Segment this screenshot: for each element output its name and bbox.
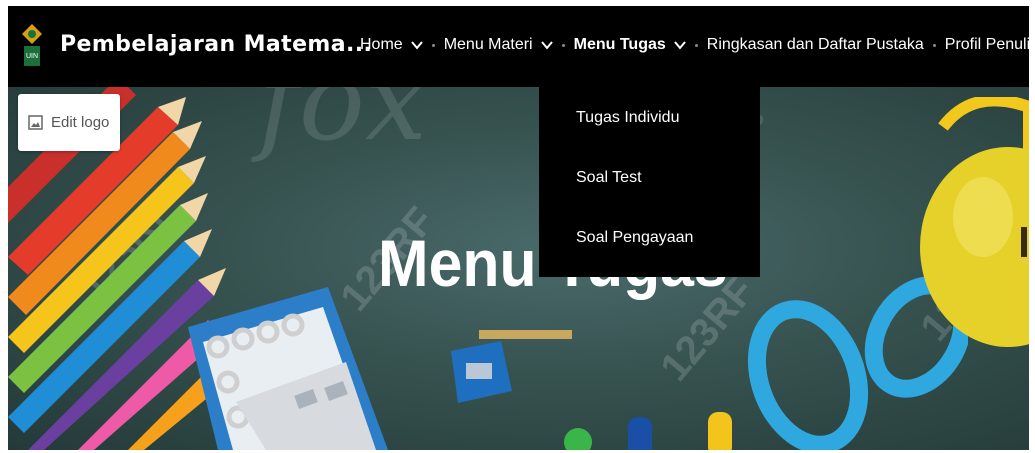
hero-banner: fox c∅s. 123RF 123RF 123RF 123RF	[8, 87, 1029, 450]
markers-image	[564, 412, 732, 450]
nav-separator	[932, 43, 936, 47]
nav-item-menu-materi[interactable]: Menu Materi	[444, 36, 553, 54]
chevron-down-icon	[410, 41, 423, 50]
browser-viewport: fox c∅s. 123RF 123RF 123RF 123RF	[8, 6, 1029, 450]
edit-logo-label: Edit logo	[51, 114, 110, 131]
main-nav: Home Menu Materi Menu Tugas Ringkasan da…	[360, 36, 1029, 54]
nav-item-ringkasan[interactable]: Ringkasan dan Daftar Pustaka	[707, 36, 924, 54]
nav-separator	[431, 43, 435, 47]
dropdown-item-tugas-individu[interactable]: Tugas Individu	[576, 109, 679, 127]
chevron-down-icon	[673, 41, 686, 50]
nav-separator	[694, 43, 698, 47]
nav-item-home[interactable]: Home	[360, 36, 423, 54]
chalk-writing: fox	[258, 87, 427, 165]
site-title[interactable]: Pembelajaran Matema...	[60, 32, 372, 57]
apple-image	[920, 97, 1029, 347]
chevron-down-icon	[540, 41, 553, 50]
nav-item-menu-tugas[interactable]: Menu Tugas	[574, 36, 686, 54]
nav-item-label: Home	[360, 36, 403, 53]
uin-logo-icon[interactable]: UIN	[22, 24, 42, 68]
pencil-sharpener-image	[451, 341, 512, 403]
top-navbar: UIN Pembelajaran Matema... Home Menu Mat…	[8, 6, 1029, 87]
dropdown-item-soal-test[interactable]: Soal Test	[576, 169, 642, 187]
title-underline	[479, 330, 572, 339]
dropdown-item-soal-pengayaan[interactable]: Soal Pengayaan	[576, 229, 693, 247]
nav-item-profil-penulis[interactable]: Profil Penulis	[945, 36, 1029, 54]
edit-logo-button[interactable]: Edit logo	[18, 94, 120, 151]
nav-separator	[561, 43, 565, 47]
menu-tugas-dropdown: Tugas Individu Soal Test Soal Pengayaan	[539, 87, 760, 277]
nav-item-label: Menu Tugas	[573, 36, 666, 53]
nav-item-label: Menu Materi	[443, 36, 533, 53]
svg-text:UIN: UIN	[26, 53, 38, 60]
calculator-image	[236, 362, 376, 450]
image-icon	[28, 115, 43, 130]
nav-item-label: Profil Penulis	[944, 36, 1029, 53]
nav-item-label: Ringkasan dan Daftar Pustaka	[706, 36, 924, 53]
